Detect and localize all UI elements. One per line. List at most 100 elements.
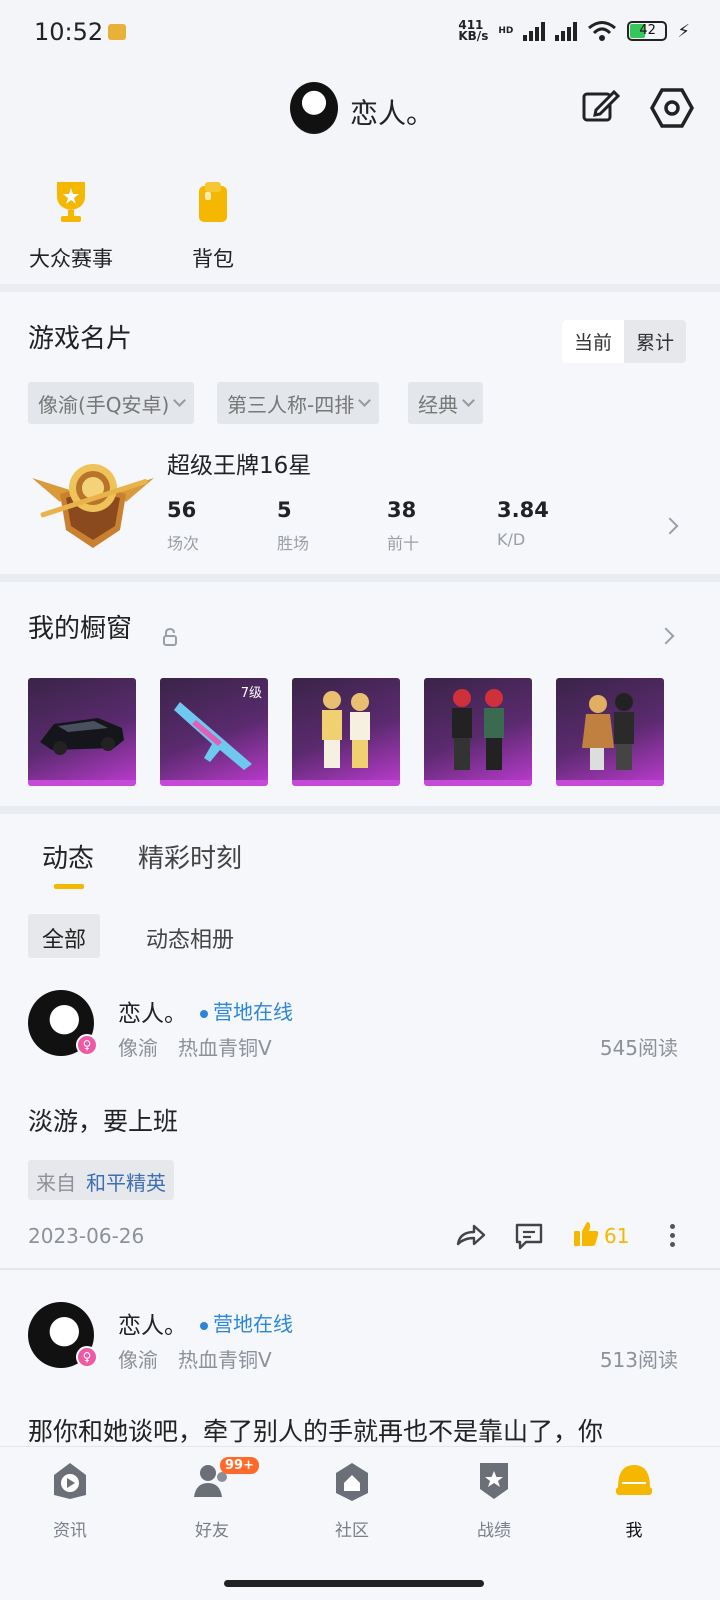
edit-icon[interactable] (580, 86, 620, 126)
chevron-down-icon (462, 394, 475, 407)
profile-nickname: 恋人。 (350, 97, 435, 130)
stat-value: 38 (387, 498, 417, 522)
profile-header: 恋人。 (0, 64, 720, 154)
toggle-current[interactable]: 当前 (561, 320, 624, 363)
source-label: 来自 (36, 1171, 76, 1195)
tab-highlights[interactable]: 精彩时刻 (138, 838, 242, 875)
divider (0, 284, 720, 292)
item-level-tag: 7级 (240, 686, 262, 701)
showcase-item-outfit-1[interactable] (292, 678, 400, 786)
game-card-title: 游戏名片 (28, 324, 133, 354)
stat-label: K/D (497, 530, 526, 549)
stat-wins: 5 胜场 (277, 498, 309, 554)
online-status: 营地在线 (200, 1308, 293, 1337)
character-outfit-icon (452, 689, 504, 770)
showcase-item-car[interactable] (28, 678, 136, 786)
signal-icon (523, 21, 546, 41)
post-read-count: 545阅读 (599, 1036, 678, 1060)
divider (0, 806, 720, 814)
lock-icon[interactable] (162, 628, 178, 646)
nav-item-records[interactable]: 战绩 (444, 1457, 544, 1541)
stat-value: 56 (167, 498, 197, 522)
showcase-item-rifle[interactable]: 7级 (160, 678, 268, 786)
settings-icon[interactable] (650, 86, 694, 130)
feed-tabs: 动态 精彩时刻 (42, 838, 242, 889)
character-outfit-icon (322, 691, 370, 768)
backpack-icon (199, 182, 227, 222)
share-icon[interactable] (456, 1222, 486, 1248)
post-server: 像渝 (118, 1036, 158, 1060)
divider (0, 574, 720, 582)
filter-map[interactable]: 经典 (408, 382, 483, 424)
chevron-down-icon (358, 394, 372, 407)
chevron-down-icon (173, 394, 187, 407)
stat-matches: 56 场次 (167, 498, 199, 554)
nav-label: 我 (625, 1521, 643, 1541)
stat-label: 场次 (167, 534, 200, 553)
quick-action-label: 背包 (192, 247, 234, 271)
status-time: 10:52 (34, 18, 104, 46)
post-author-name[interactable]: 恋人。 (118, 994, 187, 1028)
post-source[interactable]: 来自 和平精英 (28, 1160, 174, 1200)
records-icon (480, 1463, 508, 1499)
friends-badge: 99+ (220, 1457, 259, 1474)
quick-action-backpack[interactable]: 背包 (158, 170, 268, 273)
post-tier: 热血青铜V (178, 1348, 272, 1372)
nav-item-me[interactable]: 我 (584, 1457, 684, 1541)
quick-actions: 大众赛事 背包 (0, 170, 720, 273)
stat-label: 前十 (387, 534, 420, 553)
more-icon[interactable] (670, 1224, 676, 1247)
community-icon (336, 1463, 368, 1501)
status-bar: 10:52 411 KB/s HD 42 ⚡ (0, 0, 720, 64)
hd-indicator: HD (498, 26, 514, 36)
female-icon: ♀ (76, 1034, 98, 1056)
stat-value: 3.84 (497, 498, 549, 522)
post-text[interactable]: 那你和她谈吧，牵了别人的手就再也不是靠山了，你 (28, 1412, 603, 1448)
showcase-item-outfit-3[interactable] (556, 678, 664, 786)
subtab-all[interactable]: 全部 (28, 914, 101, 958)
post-date: 2023-06-26 (28, 1224, 145, 1248)
avatar[interactable] (290, 82, 338, 134)
helmet-icon (616, 1465, 652, 1495)
filter-label: 经典 (418, 392, 458, 417)
signal-icon-2 (555, 21, 578, 41)
filter-mode[interactable]: 第三人称-四排 (217, 382, 380, 424)
network-speed: 411 KB/s (458, 18, 489, 43)
status-icons: 411 KB/s HD 42 ⚡ (458, 18, 690, 43)
filter-account[interactable]: 像渝(手Q安卓) (28, 382, 195, 424)
home-indicator[interactable] (224, 1580, 484, 1587)
subtab-album[interactable]: 动态相册 (132, 914, 248, 958)
nav-label: 社区 (335, 1521, 369, 1541)
quick-action-tournament[interactable]: 大众赛事 (16, 170, 126, 273)
character-outfit-icon (582, 693, 634, 770)
notification-icon (108, 24, 126, 40)
bottom-nav: 资讯 99+ 好友 社区 战绩 我 (0, 1446, 720, 1600)
news-icon (54, 1463, 86, 1499)
post-read-count: 513阅读 (599, 1348, 678, 1372)
female-icon: ♀ (76, 1346, 98, 1368)
toggle-cumulative[interactable]: 累计 (624, 320, 686, 363)
stat-label: 胜场 (277, 534, 310, 553)
period-toggle: 当前 累计 (561, 320, 686, 363)
nav-item-community[interactable]: 社区 (302, 1457, 402, 1541)
stat-top-ten: 38 前十 (387, 498, 419, 554)
quick-action-label: 大众赛事 (29, 247, 113, 271)
nav-item-friends[interactable]: 99+ 好友 (162, 1457, 262, 1541)
tab-moments[interactable]: 动态 (42, 838, 94, 889)
showcase-title: 我的橱窗 (28, 614, 133, 644)
like-count: 61 (604, 1224, 630, 1248)
post-tier: 热血青铜V (178, 1036, 272, 1060)
nav-label: 好友 (195, 1521, 229, 1541)
filter-label: 像渝(手Q安卓) (38, 392, 170, 417)
stat-value: 5 (277, 498, 292, 522)
nav-label: 战绩 (477, 1521, 511, 1541)
post-author-name[interactable]: 恋人。 (118, 1306, 187, 1340)
post-server: 像渝 (118, 1348, 158, 1372)
source-game: 和平精英 (86, 1171, 166, 1195)
comment-icon[interactable] (514, 1222, 544, 1250)
like-icon[interactable] (572, 1220, 600, 1248)
rank-badge-icon (32, 464, 154, 548)
post-text[interactable]: 淡游，要上班 (28, 1102, 178, 1138)
nav-item-news[interactable]: 资讯 (20, 1457, 120, 1541)
showcase-item-outfit-2[interactable] (424, 678, 532, 786)
